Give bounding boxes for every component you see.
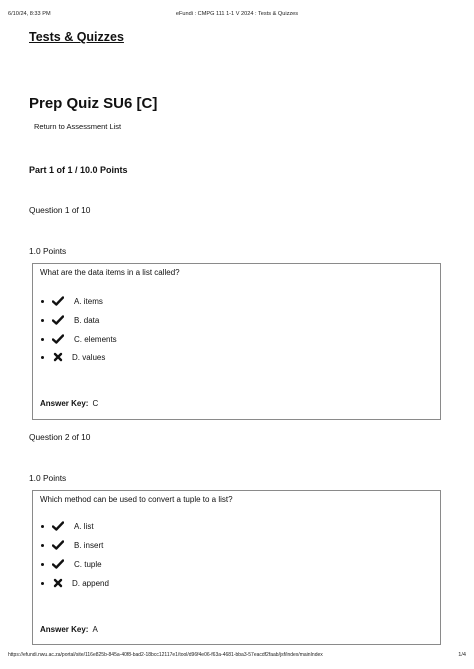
choice-item: A. list xyxy=(41,520,94,532)
check-icon xyxy=(52,296,64,306)
print-url: https://efundi.nwu.ac.za/portal/site/116… xyxy=(8,652,323,658)
choice-item: D. append xyxy=(41,577,109,589)
answer-key: Answer Key: C xyxy=(40,399,98,408)
check-icon xyxy=(52,315,64,325)
answer-key-label: Answer Key: xyxy=(40,625,89,634)
choice-label: A. items xyxy=(74,296,103,306)
print-header: 6/10/24, 8:33 PM eFundi : CMPG 111 1-1 V… xyxy=(8,11,466,17)
question-label: Question 2 of 10 xyxy=(29,432,91,442)
check-icon xyxy=(52,540,64,550)
choice-label: B. insert xyxy=(74,540,104,550)
check-icon xyxy=(52,559,64,569)
choice-item: B. data xyxy=(41,314,99,326)
choice-label: A. list xyxy=(74,521,94,531)
bullet xyxy=(41,318,44,322)
part-heading: Part 1 of 1 / 10.0 Points xyxy=(29,165,128,175)
page-number: 1/4 xyxy=(458,652,466,658)
cross-icon xyxy=(52,352,64,362)
bullet xyxy=(41,337,44,341)
question-text: Which method can be used to convert a tu… xyxy=(40,495,233,504)
choice-label: D. append xyxy=(72,578,109,588)
bullet xyxy=(41,355,44,359)
answer-key-label: Answer Key: xyxy=(40,399,89,408)
print-footer: https://efundi.nwu.ac.za/portal/site/116… xyxy=(8,652,466,658)
cross-icon xyxy=(52,578,64,588)
bullet xyxy=(41,524,44,528)
answer-key-value: C xyxy=(92,399,99,408)
question-text: What are the data items in a list called… xyxy=(40,268,180,277)
print-title: eFundi : CMPG 111 1-1 V 2024 : Tests & Q… xyxy=(175,11,299,17)
return-to-assessment-list-link[interactable]: Return to Assessment List xyxy=(34,122,121,131)
bullet xyxy=(41,562,44,566)
page-heading: Tests & Quizzes xyxy=(29,30,124,44)
bullet xyxy=(41,581,44,585)
choice-label: C. elements xyxy=(74,334,117,344)
choice-label: D. values xyxy=(72,352,106,362)
choice-item: B. insert xyxy=(41,539,103,551)
choice-item: C. tuple xyxy=(41,558,102,570)
question-box: Which method can be used to convert a tu… xyxy=(32,490,441,645)
question-box: What are the data items in a list called… xyxy=(32,263,441,420)
choice-label: C. tuple xyxy=(74,559,102,569)
choice-label: B. data xyxy=(74,315,100,325)
choice-item: D. values xyxy=(41,351,105,363)
quiz-title: Prep Quiz SU6 [C] xyxy=(29,95,158,112)
answer-key: Answer Key: A xyxy=(40,625,98,634)
answer-key-value: A xyxy=(92,625,98,634)
question-points: 1.0 Points xyxy=(29,246,67,256)
choice-item: C. elements xyxy=(41,333,117,345)
check-icon xyxy=(52,334,64,344)
bullet xyxy=(41,543,44,547)
choice-item: A. items xyxy=(41,295,103,307)
question-points: 1.0 Points xyxy=(29,473,67,483)
bullet xyxy=(41,299,44,303)
question-label: Question 1 of 10 xyxy=(29,205,91,215)
check-icon xyxy=(52,521,64,531)
